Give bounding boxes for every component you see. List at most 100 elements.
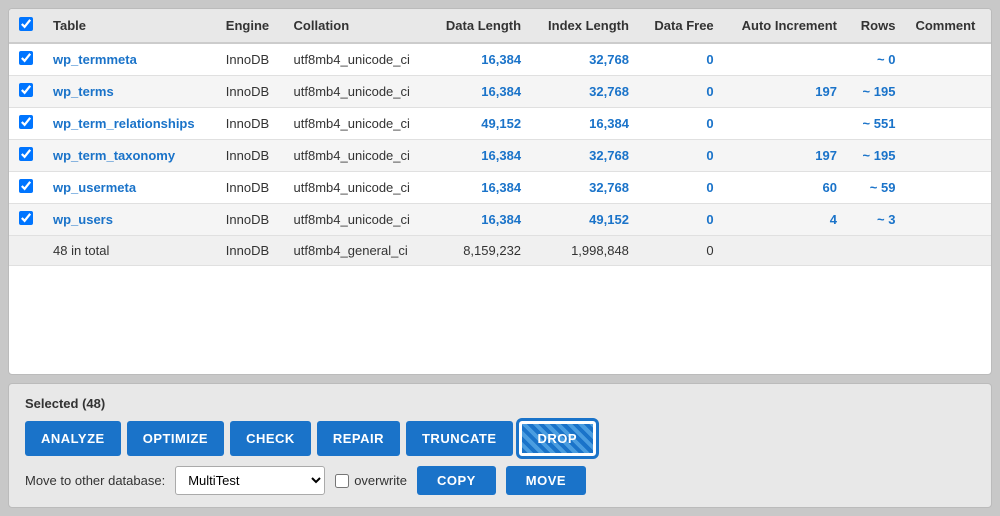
action-buttons: ANALYZE OPTIMIZE CHECK REPAIR TRUNCATE D… [25, 421, 975, 456]
row-data-length: 16,384 [429, 140, 531, 172]
row-comment [905, 43, 991, 76]
selected-label: Selected (48) [25, 396, 975, 411]
row-auto-increment: 60 [724, 172, 847, 204]
row-rows: ~ 59 [847, 172, 905, 204]
repair-button[interactable]: REPAIR [317, 421, 400, 456]
row-rows: ~ 0 [847, 43, 905, 76]
copy-button[interactable]: COPY [417, 466, 496, 495]
header-checkbox-col [9, 9, 43, 43]
row-comment [905, 172, 991, 204]
row-checkbox[interactable] [19, 211, 33, 225]
row-checkbox[interactable] [19, 115, 33, 129]
row-checkbox-cell [9, 43, 43, 76]
row-comment [905, 76, 991, 108]
row-data-length: 16,384 [429, 43, 531, 76]
total-checkbox-cell [9, 236, 43, 266]
row-collation: utf8mb4_unicode_ci [284, 108, 430, 140]
row-checkbox[interactable] [19, 179, 33, 193]
row-checkbox-cell [9, 172, 43, 204]
drop-button[interactable]: DROP [519, 421, 597, 456]
row-collation: utf8mb4_unicode_ci [284, 140, 430, 172]
total-comment [905, 236, 991, 266]
row-index-length: 32,768 [531, 140, 639, 172]
row-data-length: 16,384 [429, 204, 531, 236]
total-label: 48 in total [43, 236, 216, 266]
table-link[interactable]: wp_terms [53, 84, 114, 99]
table-link[interactable]: wp_termmeta [53, 52, 137, 67]
row-collation: utf8mb4_unicode_ci [284, 76, 430, 108]
move-button[interactable]: MOVE [506, 466, 586, 495]
row-engine: InnoDB [216, 43, 284, 76]
move-label: Move to other database: [25, 473, 165, 488]
row-engine: InnoDB [216, 76, 284, 108]
row-table-name: wp_term_relationships [43, 108, 216, 140]
select-all-checkbox[interactable] [19, 17, 33, 31]
row-engine: InnoDB [216, 172, 284, 204]
tables-list: Table Engine Collation Data Length Index… [9, 9, 991, 266]
row-rows: ~ 195 [847, 76, 905, 108]
row-data-free: 0 [639, 43, 724, 76]
table-row: wp_users InnoDB utf8mb4_unicode_ci 16,38… [9, 204, 991, 236]
row-engine: InnoDB [216, 140, 284, 172]
move-row: Move to other database: MultiTest overwr… [25, 466, 975, 495]
row-engine: InnoDB [216, 204, 284, 236]
table-link[interactable]: wp_users [53, 212, 113, 227]
col-collation: Collation [284, 9, 430, 43]
table-link[interactable]: wp_term_taxonomy [53, 148, 175, 163]
row-engine: InnoDB [216, 108, 284, 140]
table-link[interactable]: wp_usermeta [53, 180, 136, 195]
optimize-button[interactable]: OPTIMIZE [127, 421, 224, 456]
row-checkbox[interactable] [19, 83, 33, 97]
row-auto-increment: 197 [724, 140, 847, 172]
table-header-row: Table Engine Collation Data Length Index… [9, 9, 991, 43]
col-index-length: Index Length [531, 9, 639, 43]
bottom-panel: Selected (48) ANALYZE OPTIMIZE CHECK REP… [8, 383, 992, 508]
row-auto-increment [724, 43, 847, 76]
row-table-name: wp_usermeta [43, 172, 216, 204]
row-index-length: 32,768 [531, 43, 639, 76]
row-data-length: 16,384 [429, 76, 531, 108]
row-checkbox-cell [9, 108, 43, 140]
table-link[interactable]: wp_term_relationships [53, 116, 195, 131]
row-rows: ~ 3 [847, 204, 905, 236]
row-data-free: 0 [639, 140, 724, 172]
row-rows: ~ 551 [847, 108, 905, 140]
overwrite-label: overwrite [354, 473, 407, 488]
row-collation: utf8mb4_unicode_ci [284, 204, 430, 236]
col-comment: Comment [905, 9, 991, 43]
overwrite-container: overwrite [335, 473, 407, 488]
overwrite-checkbox[interactable] [335, 474, 349, 488]
col-data-free: Data Free [639, 9, 724, 43]
total-rows [847, 236, 905, 266]
row-rows: ~ 195 [847, 140, 905, 172]
row-index-length: 49,152 [531, 204, 639, 236]
row-table-name: wp_termmeta [43, 43, 216, 76]
row-index-length: 32,768 [531, 76, 639, 108]
check-button[interactable]: CHECK [230, 421, 311, 456]
col-data-length: Data Length [429, 9, 531, 43]
row-checkbox[interactable] [19, 147, 33, 161]
table-row: wp_terms InnoDB utf8mb4_unicode_ci 16,38… [9, 76, 991, 108]
row-auto-increment: 197 [724, 76, 847, 108]
analyze-button[interactable]: ANALYZE [25, 421, 121, 456]
row-table-name: wp_term_taxonomy [43, 140, 216, 172]
row-checkbox[interactable] [19, 51, 33, 65]
row-auto-increment [724, 108, 847, 140]
row-index-length: 32,768 [531, 172, 639, 204]
table-row: wp_term_taxonomy InnoDB utf8mb4_unicode_… [9, 140, 991, 172]
database-select[interactable]: MultiTest [175, 466, 325, 495]
row-data-free: 0 [639, 172, 724, 204]
row-auto-increment: 4 [724, 204, 847, 236]
row-comment [905, 108, 991, 140]
row-collation: utf8mb4_unicode_ci [284, 172, 430, 204]
table-row: wp_termmeta InnoDB utf8mb4_unicode_ci 16… [9, 43, 991, 76]
row-comment [905, 140, 991, 172]
truncate-button[interactable]: TRUNCATE [406, 421, 513, 456]
col-table: Table [43, 9, 216, 43]
col-rows: Rows [847, 9, 905, 43]
row-collation: utf8mb4_unicode_ci [284, 43, 430, 76]
row-checkbox-cell [9, 204, 43, 236]
row-data-free: 0 [639, 204, 724, 236]
table-row: wp_usermeta InnoDB utf8mb4_unicode_ci 16… [9, 172, 991, 204]
row-comment [905, 204, 991, 236]
